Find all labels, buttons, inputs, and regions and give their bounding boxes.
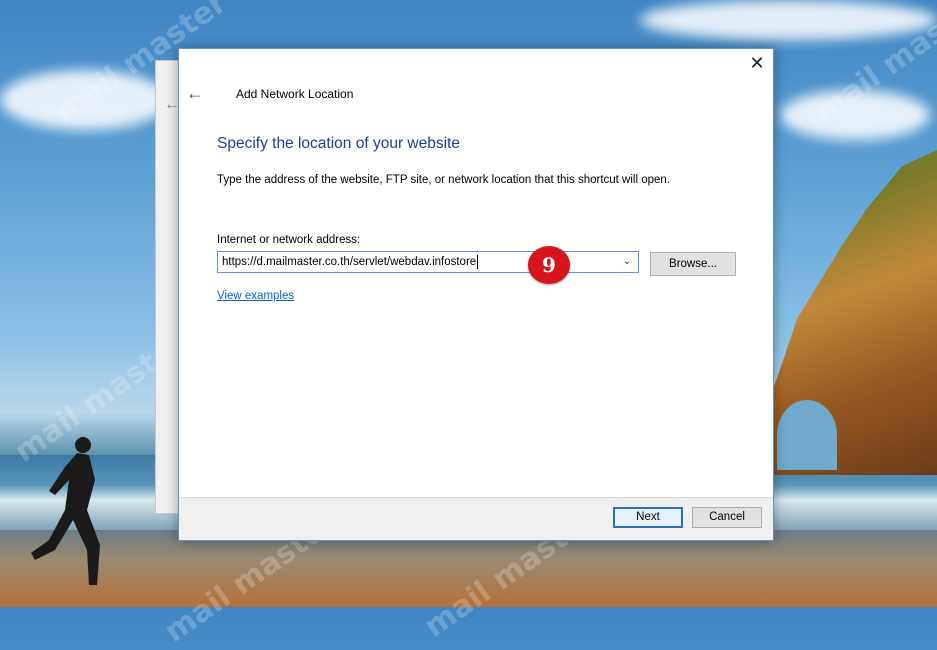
text-caret — [477, 254, 479, 269]
address-combobox[interactable]: https://d.mailmaster.co.th/servlet/webda… — [217, 251, 639, 273]
back-button[interactable]: ← — [185, 83, 205, 103]
dialog-footer: Next Cancel — [179, 497, 773, 540]
cloud — [640, 0, 937, 40]
cloud — [0, 70, 170, 130]
instruction-text: Type the address of the website, FTP sit… — [217, 174, 670, 186]
step-number-badge: 9 — [528, 246, 570, 284]
view-examples-link[interactable]: View examples — [217, 290, 294, 302]
beach — [0, 530, 937, 607]
cancel-button[interactable]: Cancel — [692, 507, 762, 528]
rock-arch — [777, 400, 837, 470]
next-button[interactable]: Next — [613, 507, 683, 528]
browse-button[interactable]: Browse... — [650, 252, 736, 276]
add-network-location-dialog: ✕ ← Add Network Location Specify the loc… — [178, 48, 774, 541]
chevron-down-icon[interactable]: ⌄ — [619, 252, 635, 272]
cloud — [780, 90, 930, 140]
address-value: https://d.mailmaster.co.th/servlet/webda… — [222, 256, 477, 268]
runner-silhouette — [31, 437, 100, 585]
page-heading: Specify the location of your website — [217, 135, 460, 152]
window-title: Add Network Location — [236, 87, 354, 101]
address-label: Internet or network address: — [217, 234, 361, 246]
close-button[interactable]: ✕ — [747, 53, 767, 73]
